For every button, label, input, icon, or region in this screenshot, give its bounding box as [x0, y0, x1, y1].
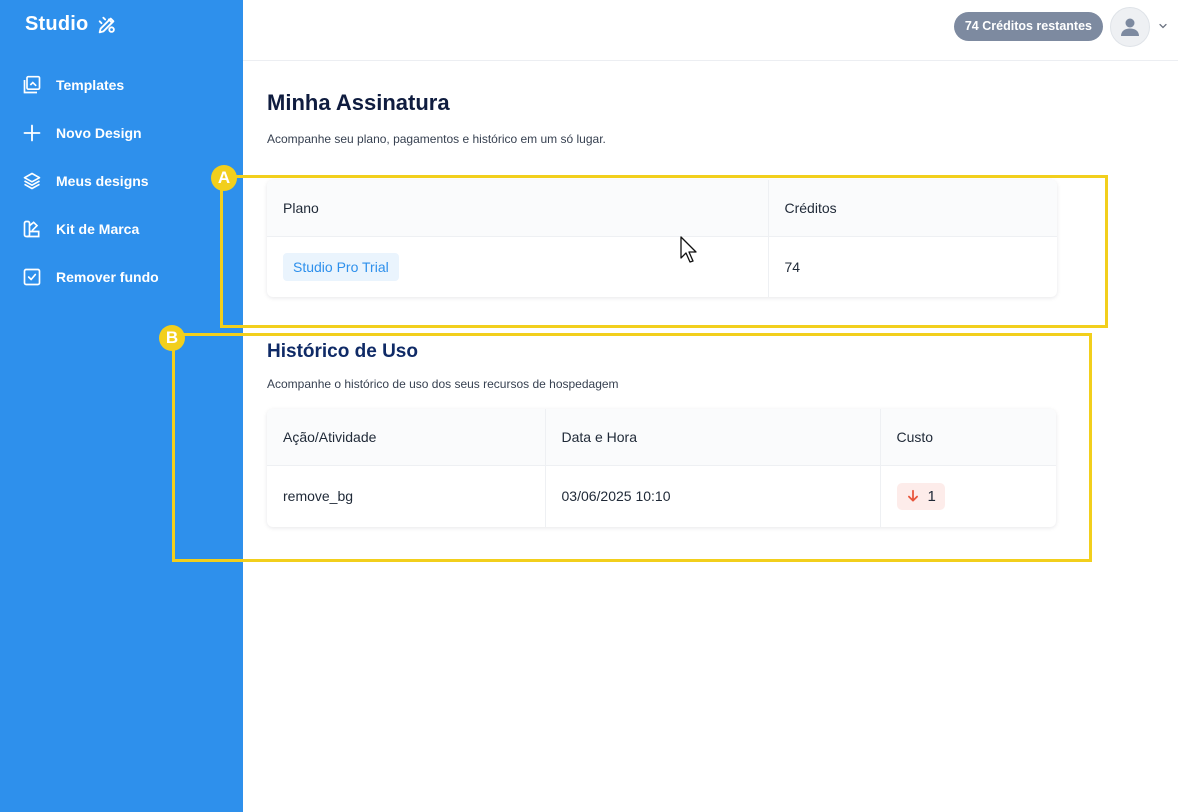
annotation-badge-b: B: [159, 325, 185, 351]
page-subtitle: Acompanhe seu plano, pagamentos e histór…: [267, 132, 606, 146]
sidebar-item-templates[interactable]: Templates: [0, 61, 243, 109]
studio-logo[interactable]: Studio: [25, 13, 118, 36]
annotation-badge-a: A: [211, 165, 237, 191]
user-icon: [1121, 18, 1139, 36]
plus-icon: [22, 123, 42, 143]
layers-icon: [22, 171, 42, 191]
mouse-cursor-icon: [680, 236, 697, 263]
sidebar-item-label: Meus designs: [56, 173, 149, 189]
top-bar: 74 Créditos restantes: [243, 0, 1178, 61]
brand-kit-icon: [22, 219, 42, 239]
credits-remaining-badge[interactable]: 74 Créditos restantes: [953, 12, 1103, 41]
sidebar-item-label: Remover fundo: [56, 269, 159, 285]
sidebar-item-label: Templates: [56, 77, 125, 93]
sidebar-item-kit-de-marca[interactable]: Kit de Marca: [0, 205, 243, 253]
sidebar-item-novo-design[interactable]: Novo Design: [0, 109, 243, 157]
page-title: Minha Assinatura: [267, 90, 450, 115]
annotation-box-b: [172, 333, 1092, 562]
pen-tool-icon: [99, 16, 116, 33]
sidebar-nav: Templates Novo Design Meus designs Kit d…: [0, 61, 243, 301]
annotation-box-a: [220, 175, 1108, 328]
sidebar-item-label: Kit de Marca: [56, 221, 140, 237]
chevron-down-icon[interactable]: [1157, 20, 1169, 32]
user-avatar[interactable]: [1110, 7, 1150, 47]
sidebar-item-meus-designs[interactable]: Meus designs: [0, 157, 243, 205]
sidebar-item-label: Novo Design: [56, 125, 142, 141]
templates-icon: [22, 75, 42, 95]
logo-text: Studio: [25, 13, 89, 35]
sidebar-item-remover-fundo[interactable]: Remover fundo: [0, 253, 243, 301]
checkbox-icon: [22, 267, 42, 287]
